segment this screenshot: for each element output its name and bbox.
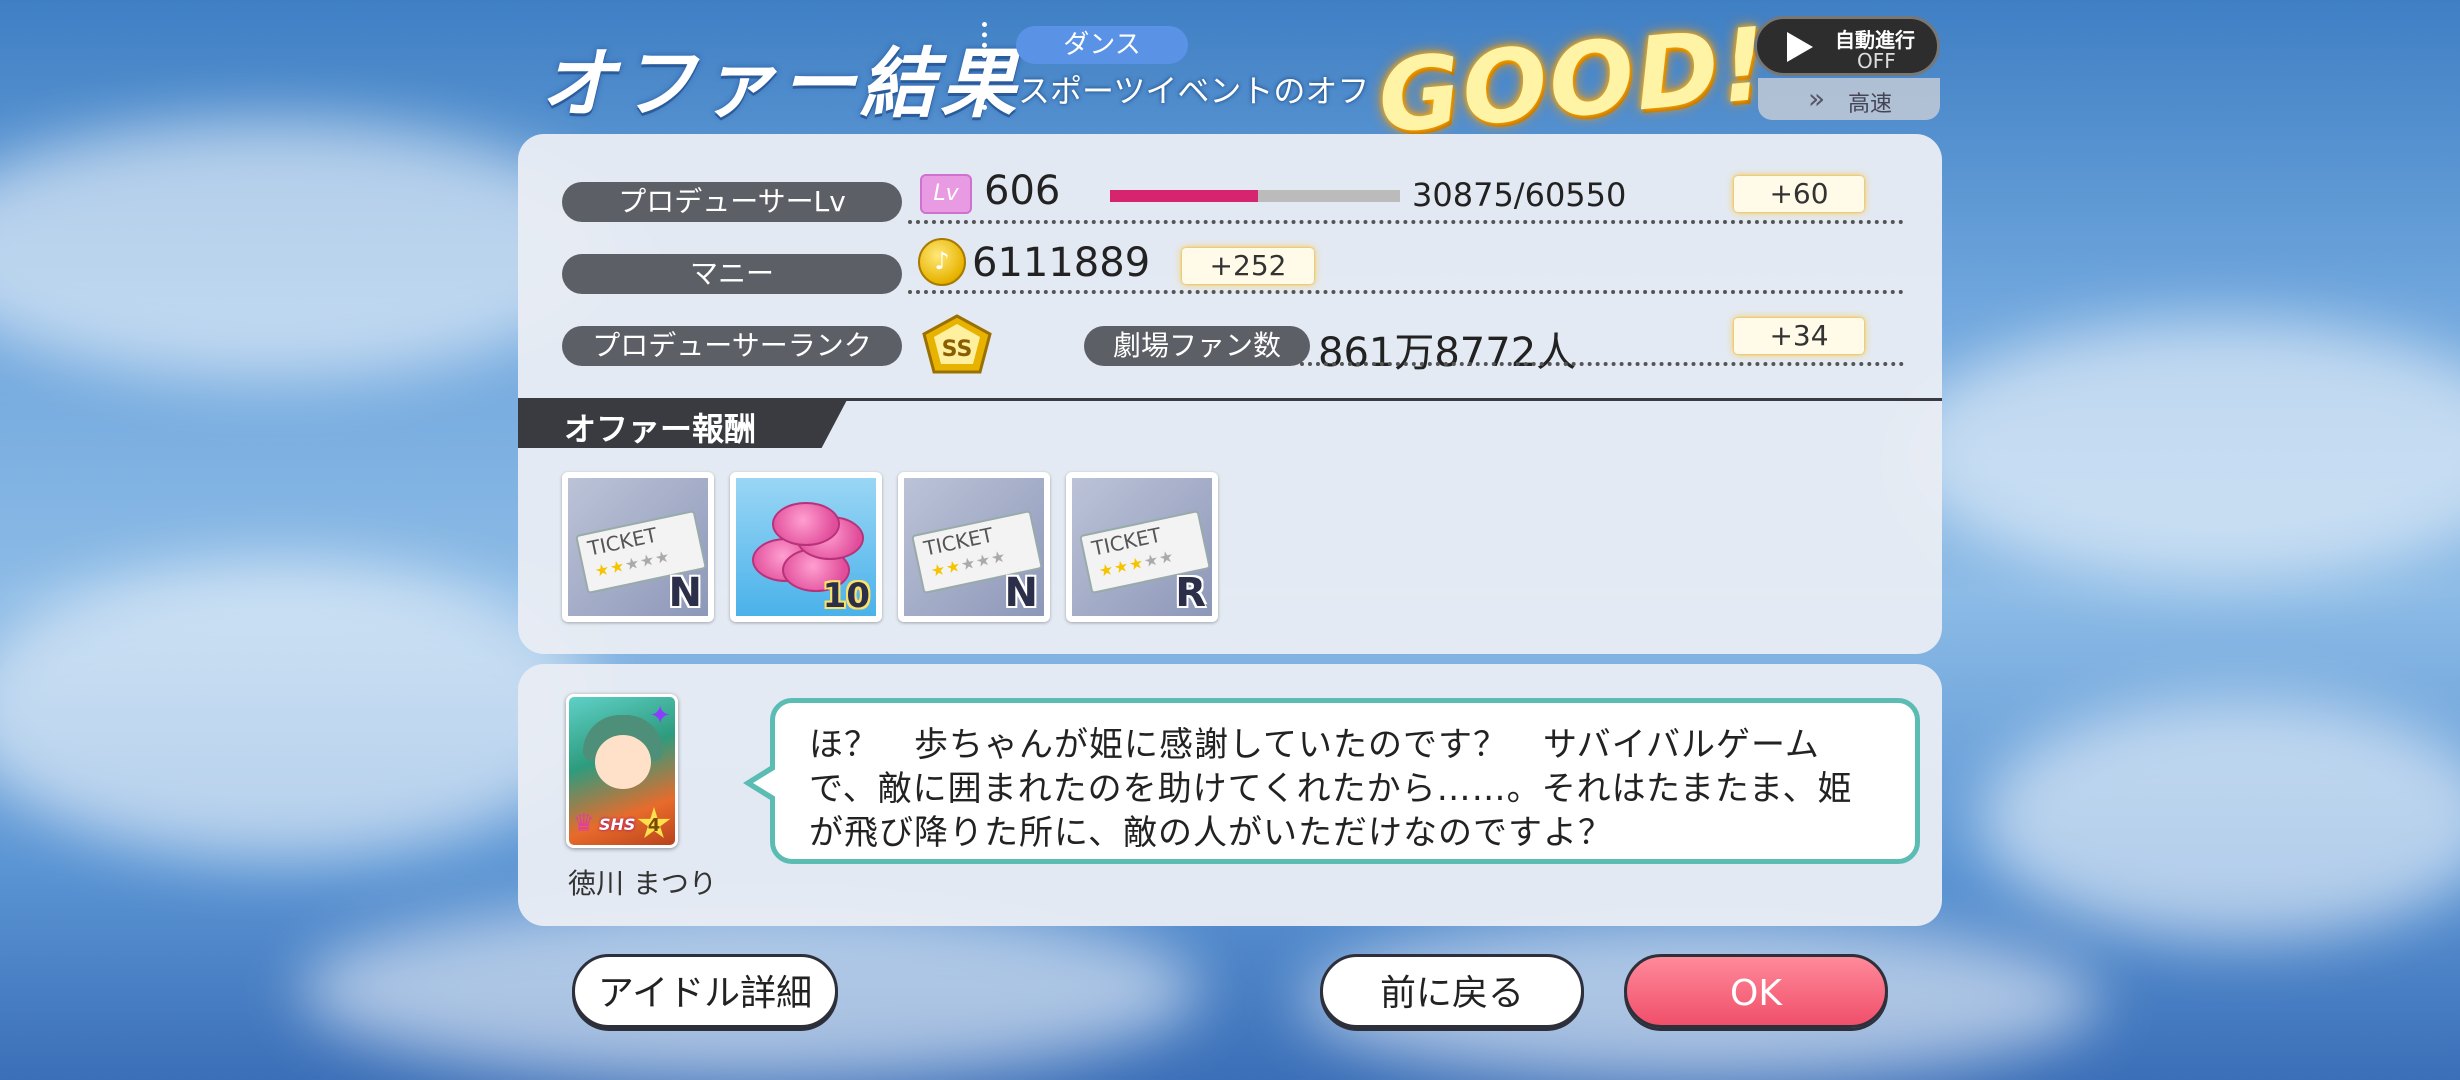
reward-item[interactable]: TICKET ★★★★★ N: [898, 472, 1050, 622]
idol-rarity: SHS: [599, 815, 636, 834]
fans-gain: +34: [1734, 318, 1864, 354]
speed-button[interactable]: » 高速: [1758, 78, 1940, 120]
reward-item[interactable]: TICKET ★★★★★ R: [1066, 472, 1218, 622]
pink-coins-icon: [752, 498, 864, 592]
idol-name: 徳川 まつり: [568, 867, 717, 900]
reward-rarity: R: [1175, 570, 1206, 616]
idol-message: ほ？ 歩ちゃんが姫に感謝していたのです？ サバイバルゲームで、敵に囲まれたのを助…: [809, 725, 1853, 853]
ok-button[interactable]: OK: [1624, 954, 1888, 1028]
reward-item[interactable]: TICKET ★★★★★ N: [562, 472, 714, 622]
rank-value: SS: [942, 337, 973, 362]
idol-avatar[interactable]: ✦ ♛ SHS 4: [566, 694, 678, 848]
dialog-panel: ✦ ♛ SHS 4 徳川 まつり ほ？ 歩ちゃんが姫に感謝していたのです？ サバ…: [518, 664, 1942, 926]
money-gain: +252: [1182, 248, 1314, 284]
cloud: [1980, 700, 2460, 940]
auto-progress-button[interactable]: 自動進行 OFF: [1754, 16, 1940, 76]
reward-quantity: 10: [822, 576, 870, 616]
double-chevron-icon: »: [1808, 82, 1826, 115]
sparkle-icon: ✦: [649, 701, 671, 731]
exp-bar: [1110, 190, 1400, 202]
theater-fans-label: 劇場ファン数: [1084, 326, 1310, 366]
auto-progress-state: OFF: [1857, 49, 1896, 73]
results-panel: プロデューサーLv Lv 606 30875/60550 +60 マニー ♪ 6…: [518, 134, 1942, 654]
reward-item[interactable]: 10: [730, 472, 882, 622]
reward-rarity: N: [668, 570, 702, 616]
producer-lv-value: 606: [984, 168, 1061, 214]
rank-ss-badge-icon: SS: [922, 314, 992, 374]
exp-value: 30875/60550: [1412, 176, 1627, 214]
idol-level-star: 4: [637, 807, 671, 838]
genre-badge: ダンス: [1016, 26, 1188, 64]
money-label: マニー: [562, 254, 902, 294]
cloud: [0, 560, 600, 860]
speed-label: 高速: [1848, 92, 1893, 117]
producer-rank-label: プロデューサーランク: [562, 326, 902, 366]
lv-gain: +60: [1734, 176, 1864, 212]
row-divider: [1300, 362, 1904, 366]
cloud: [1900, 320, 2460, 580]
producer-lv-label: プロデューサーLv: [562, 182, 902, 222]
exp-bar-fill: [1110, 190, 1258, 202]
title-divider: [982, 22, 987, 110]
row-divider: [908, 220, 1904, 224]
offer-name: スポーツイベントのオフ: [1018, 72, 1370, 110]
rewards-heading: オファー報酬: [564, 410, 757, 448]
reward-rarity: N: [1004, 570, 1038, 616]
lv-icon: Lv: [920, 174, 972, 214]
crown-icon: ♛: [573, 809, 595, 837]
money-value: 6111889: [972, 240, 1151, 286]
idol-detail-button[interactable]: アイドル詳細: [572, 954, 838, 1028]
speech-bubble: ほ？ 歩ちゃんが姫に感謝していたのです？ サバイバルゲームで、敵に囲まれたのを助…: [743, 698, 1920, 864]
play-icon: [1787, 32, 1813, 62]
theater-fans-value: 861万8772人: [1318, 330, 1577, 376]
page-title: オファー結果: [540, 39, 1020, 128]
rewards-header: オファー報酬: [518, 398, 1942, 448]
row-divider: [908, 290, 1904, 294]
back-button[interactable]: 前に戻る: [1320, 954, 1584, 1028]
money-coin-icon: ♪: [918, 238, 966, 286]
